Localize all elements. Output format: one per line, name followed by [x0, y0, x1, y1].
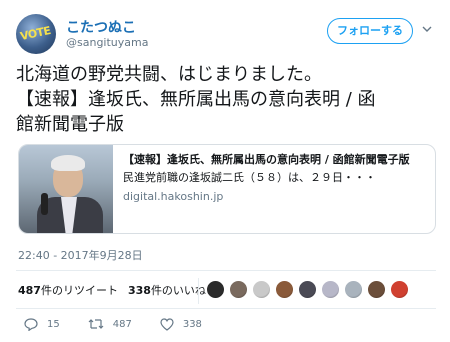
like-stat[interactable]: 338件のいいね — [128, 278, 206, 304]
follow-button[interactable]: フォローする — [327, 18, 413, 44]
liker-avatar[interactable] — [321, 280, 340, 299]
retweet-stat-count: 487 — [18, 284, 41, 297]
retweet-icon — [88, 319, 104, 329]
liker-avatar[interactable] — [298, 280, 317, 299]
card-body: 【速報】逢坂氏、無所属出馬の意向表明 / 函館新聞電子版 民進党前職の逢坂誠二氏… — [123, 151, 429, 205]
like-count: 338 — [182, 318, 202, 330]
avatar[interactable]: VOTE — [16, 14, 56, 54]
thumbnail-hair — [51, 155, 85, 171]
tweet-timestamp[interactable]: 22:40 - 2017年9月28日 — [18, 247, 143, 263]
tweet-actions: 15 487 338 — [24, 315, 230, 333]
like-stat-count: 338 — [127, 284, 151, 297]
retweet-stat[interactable]: 487件のリツイート — [18, 278, 118, 304]
link-card[interactable]: 【速報】逢坂氏、無所属出馬の意向表明 / 函館新聞電子版 民進党前職の逢坂誠二氏… — [18, 144, 436, 234]
retweet-stat-label: 件のリツイート — [40, 284, 118, 297]
like-button[interactable]: 338 — [160, 317, 202, 331]
reply-icon — [24, 317, 38, 331]
display-name[interactable]: こたつぬこ — [66, 17, 136, 37]
card-domain: digital.hakoshin.jp — [123, 190, 224, 203]
divider — [16, 308, 436, 309]
card-description: 民進党前職の逢坂誠二氏（５８）は、２９日・・・ — [123, 171, 376, 184]
reply-button[interactable]: 15 — [24, 317, 60, 331]
retweet-count: 487 — [112, 318, 132, 330]
chevron-down-icon[interactable] — [422, 24, 432, 34]
thumbnail-microphone — [41, 193, 48, 215]
user-handle[interactable]: @sangituyama — [66, 36, 148, 49]
tweet-text-line-3[interactable]: 館新聞電子版 — [16, 112, 436, 137]
liker-avatar[interactable] — [367, 280, 386, 299]
stats-separator — [198, 278, 199, 304]
card-thumbnail — [19, 145, 113, 233]
heart-icon — [160, 317, 174, 331]
liker-avatar[interactable] — [206, 280, 225, 299]
retweet-button[interactable]: 487 — [88, 318, 132, 330]
liker-avatar[interactable] — [390, 280, 409, 299]
reply-count: 15 — [47, 318, 60, 330]
tweet-text-line-2[interactable]: 【速報】逢坂氏、無所属出馬の意向表明 / 函 — [16, 87, 436, 112]
tweet-text-line-1: 北海道の野党共闘、はじまりました。 — [16, 64, 322, 85]
liker-avatar[interactable] — [229, 280, 248, 299]
liker-avatars — [206, 280, 409, 302]
liker-avatar[interactable] — [252, 280, 271, 299]
divider — [16, 270, 436, 271]
card-title: 【速報】逢坂氏、無所属出馬の意向表明 / 函館新聞電子版 — [123, 153, 410, 166]
avatar-text: VOTE — [18, 23, 52, 44]
liker-avatar[interactable] — [344, 280, 363, 299]
liker-avatar[interactable] — [275, 280, 294, 299]
tweet-stats: 487件のリツイート 338件のいいね — [18, 278, 216, 304]
tweet-text: 北海道の野党共闘、はじまりました。 【速報】逢坂氏、無所属出馬の意向表明 / 函… — [16, 62, 436, 137]
tweet-header: VOTE こたつぬこ @sangituyama フォローする — [16, 12, 436, 56]
